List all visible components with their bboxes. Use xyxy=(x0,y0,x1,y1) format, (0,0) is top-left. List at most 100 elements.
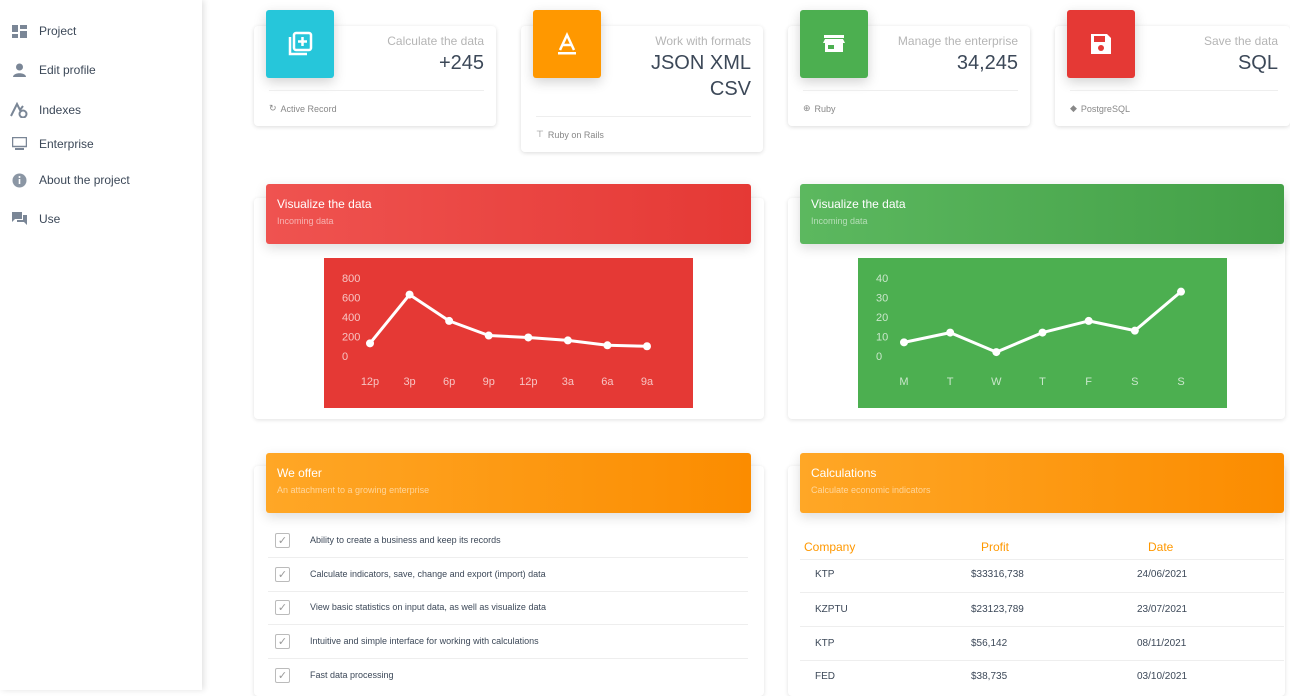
column-header-company[interactable]: Company xyxy=(804,540,855,554)
sidebar-item-edit-profile[interactable]: Edit profile xyxy=(10,58,96,82)
x-tick-label: S xyxy=(1177,376,1184,388)
monitor-icon xyxy=(10,135,28,153)
x-tick-label: 9p xyxy=(483,376,495,388)
info-icon xyxy=(10,171,28,189)
divider xyxy=(800,626,1284,627)
filter-plus-icon xyxy=(266,10,334,78)
paint-roller-icon: ⊤ xyxy=(536,129,544,139)
table-cell-company: FED xyxy=(815,671,835,682)
stat-card-save: Save the data SQL ◆ PostgreSQL xyxy=(1055,10,1290,126)
x-tick-label: 12p xyxy=(361,376,379,388)
stat-value: SQL xyxy=(1237,52,1278,74)
stat-footer-text: Ruby on Rails xyxy=(547,129,604,140)
stat-footer: ⊕ Ruby xyxy=(803,90,1018,114)
offer-item: ✓ Fast data processing xyxy=(275,665,394,685)
offer-item-text: Fast data processing xyxy=(310,670,394,680)
offer-item: ✓ Intuitive and simple interface for wor… xyxy=(275,631,539,651)
stat-category: Calculate the data xyxy=(387,34,484,48)
store-icon xyxy=(800,10,868,78)
data-point xyxy=(484,331,493,340)
data-point xyxy=(524,333,533,342)
data-point xyxy=(900,338,908,347)
person-icon xyxy=(10,61,28,79)
y-tick-label: 20 xyxy=(876,312,888,324)
line-chart-right: 40 30 20 10 0 M T W T F S S xyxy=(858,258,1227,408)
stat-category: Manage the enterprise xyxy=(897,34,1018,48)
checkbox[interactable]: ✓ xyxy=(275,599,290,615)
globe-icon: ⊕ xyxy=(803,103,811,113)
sidebar-item-enterprise[interactable]: Enterprise xyxy=(10,132,94,156)
stat-footer: ↻ Active Record xyxy=(269,90,484,114)
stat-value: +245 xyxy=(438,52,484,74)
offer-item-text: Calculate indicators, save, change and e… xyxy=(310,569,546,579)
stat-footer: ⊤ Ruby on Rails xyxy=(536,116,751,140)
forum-icon xyxy=(10,210,28,228)
chart-subtitle: Incoming data xyxy=(277,216,334,226)
sidebar-item-project[interactable]: Project xyxy=(10,19,76,43)
x-tick-label: 9a xyxy=(641,376,654,388)
y-tick-label: 30 xyxy=(876,293,888,305)
divider xyxy=(800,592,1284,593)
table-cell-date: 24/06/2021 xyxy=(1137,569,1188,580)
checkbox[interactable]: ✓ xyxy=(275,532,290,548)
table-cell-company: KZPTU xyxy=(815,604,848,615)
offer-item-text: Intuitive and simple interface for worki… xyxy=(310,636,539,646)
table-cell-profit: $33316,738 xyxy=(971,569,1024,580)
sidebar-item-label: Use xyxy=(39,212,61,226)
data-point xyxy=(563,336,572,345)
data-point xyxy=(1177,287,1185,296)
checkbox[interactable]: ✓ xyxy=(275,667,290,683)
column-header-profit[interactable]: Profit xyxy=(981,540,1009,554)
checkbox[interactable]: ✓ xyxy=(275,633,290,649)
sidebar-item-use[interactable]: Use xyxy=(10,207,60,231)
data-point xyxy=(643,342,651,351)
chart-header-right: Visualize the data Incoming data xyxy=(800,184,1284,244)
data-point xyxy=(946,328,955,337)
y-tick-label: 400 xyxy=(342,312,360,324)
table-cell-profit: $56,142 xyxy=(971,638,1008,649)
sidebar-item-indexes[interactable]: Indexes xyxy=(10,98,81,122)
offer-item-text: View basic statistics on input data, as … xyxy=(310,602,546,612)
data-point xyxy=(1084,316,1093,325)
calc-title: Calculations xyxy=(811,466,877,480)
table-cell-company: KTP xyxy=(815,638,835,649)
data-point xyxy=(366,339,374,348)
sidebar-item-about[interactable]: About the project xyxy=(10,168,130,192)
x-tick-label: T xyxy=(1039,376,1046,388)
column-header-date[interactable]: Date xyxy=(1148,540,1173,554)
x-tick-label: S xyxy=(1131,376,1138,388)
floppy-disk-icon xyxy=(1067,10,1135,78)
table-cell-company: KTP xyxy=(815,569,835,580)
data-point xyxy=(1038,328,1047,337)
offer-header: We offer An attachment to a growing ente… xyxy=(266,453,751,513)
y-tick-label: 200 xyxy=(342,332,360,344)
stat-footer-text: Ruby xyxy=(814,103,836,114)
stat-card-enterprise: Manage the enterprise 34,245 ⊕ Ruby xyxy=(788,10,1030,126)
refresh-icon: ↻ xyxy=(269,103,277,113)
offer-item: ✓ Ability to create a business and keep … xyxy=(275,530,501,550)
offer-subtitle: An attachment to a growing enterprise xyxy=(277,485,430,495)
divider xyxy=(800,660,1284,661)
table-cell-date: 03/10/2021 xyxy=(1137,671,1188,682)
sidebar-item-label: Project xyxy=(39,24,77,38)
checkbox[interactable]: ✓ xyxy=(275,566,290,582)
x-tick-label: M xyxy=(899,376,908,388)
sidebar-item-label: Edit profile xyxy=(39,63,96,77)
chart-title: Visualize the data xyxy=(277,197,372,211)
table-cell-date: 08/11/2021 xyxy=(1137,638,1187,649)
chart-settings-icon xyxy=(10,101,28,119)
text-format-icon xyxy=(533,10,601,78)
offer-title: We offer xyxy=(277,466,322,480)
divider xyxy=(268,591,748,592)
chart-header-left: Visualize the data Incoming data xyxy=(266,184,751,244)
stat-footer-text: Active Record xyxy=(280,103,337,114)
x-tick-label: 12p xyxy=(519,376,537,388)
table-cell-date: 23/07/2021 xyxy=(1137,604,1188,615)
offer-item-text: Ability to create a business and keep it… xyxy=(310,535,501,545)
x-tick-label: 3a xyxy=(562,376,575,388)
x-tick-label: 6p xyxy=(443,376,455,388)
table-cell-profit: $23123,789 xyxy=(971,604,1024,615)
sidebar-item-label: Indexes xyxy=(39,103,82,117)
data-point xyxy=(992,348,1001,357)
y-tick-label: 0 xyxy=(876,351,882,363)
